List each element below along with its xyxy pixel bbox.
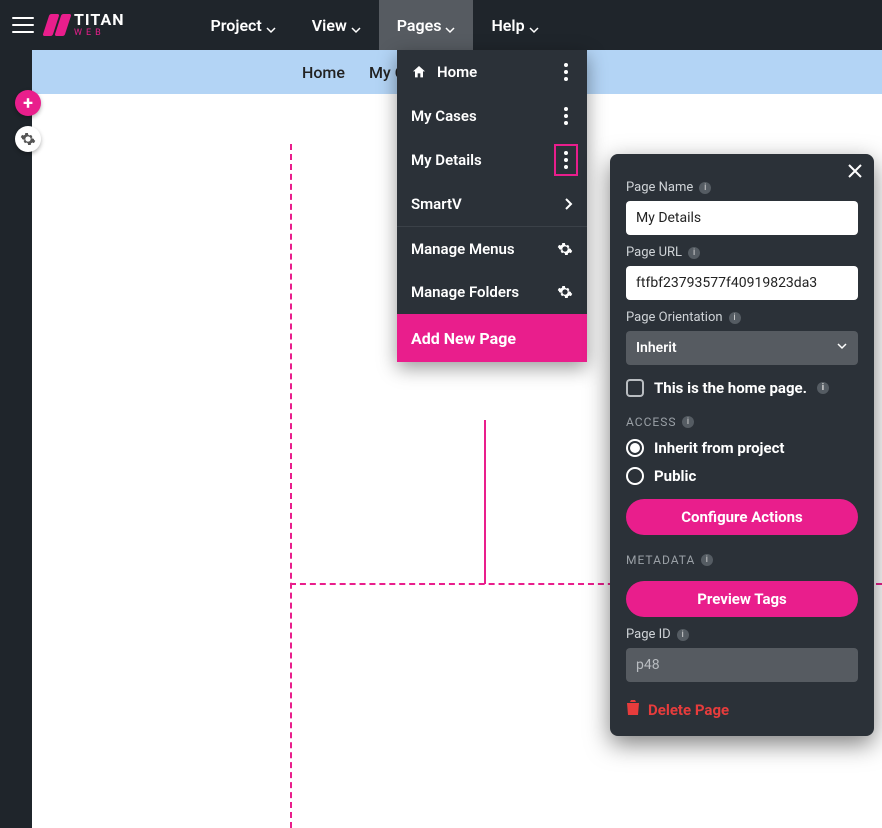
page-name-label: Page Name i bbox=[626, 180, 858, 195]
add-new-page-button[interactable]: Add New Page bbox=[397, 314, 587, 362]
info-icon[interactable]: i bbox=[677, 629, 689, 641]
access-inherit-radio[interactable]: Inherit from project bbox=[626, 439, 858, 457]
pages-manage-folders[interactable]: Manage Folders bbox=[397, 270, 587, 314]
pages-item-label: Manage Folders bbox=[411, 283, 519, 301]
info-icon[interactable]: i bbox=[701, 554, 713, 566]
metadata-section: METADATA i bbox=[626, 553, 858, 567]
menu-label: Help bbox=[491, 16, 524, 35]
pages-item-label: My Cases bbox=[411, 107, 477, 125]
menu-bar: Project View Pages Help bbox=[193, 0, 557, 50]
menu-label: Pages bbox=[397, 16, 442, 35]
radio-icon[interactable] bbox=[626, 439, 644, 457]
page-name-input[interactable] bbox=[626, 201, 858, 235]
menu-pages[interactable]: Pages bbox=[379, 0, 474, 50]
menu-label: Project bbox=[211, 16, 262, 35]
preview-tags-button[interactable]: Preview Tags bbox=[626, 581, 858, 617]
add-new-page-label: Add New Page bbox=[411, 329, 516, 348]
pages-item-label: SmartV bbox=[411, 195, 462, 213]
pages-item-label: Home bbox=[437, 63, 477, 81]
left-rail bbox=[0, 50, 32, 828]
gear-icon bbox=[557, 284, 573, 300]
info-icon[interactable]: i bbox=[729, 312, 741, 324]
hamburger-icon[interactable] bbox=[12, 17, 34, 33]
home-page-check-label: This is the home page. bbox=[654, 379, 807, 397]
orientation-value: Inherit bbox=[636, 340, 677, 356]
orientation-label: Page Orientation i bbox=[626, 310, 858, 325]
radio-label: Inherit from project bbox=[654, 439, 784, 457]
page-properties-panel: Page Name i Page URL i Page Orientation … bbox=[610, 154, 874, 736]
chevron-down-icon bbox=[351, 20, 361, 30]
page-id-label: Page ID i bbox=[626, 627, 858, 642]
home-page-checkbox[interactable] bbox=[626, 379, 644, 397]
menu-label: View bbox=[312, 16, 347, 35]
configure-actions-button[interactable]: Configure Actions bbox=[626, 499, 858, 535]
gear-icon bbox=[557, 241, 573, 257]
pages-item-smartv[interactable]: SmartV bbox=[397, 182, 587, 226]
pages-dropdown: Home My Cases My Details SmartV Manage M… bbox=[397, 50, 587, 362]
pages-manage-menus[interactable]: Manage Menus bbox=[397, 226, 587, 270]
top-bar: TITAN WEB Project View Pages Help bbox=[0, 0, 882, 50]
settings-fab[interactable] bbox=[15, 126, 41, 152]
pages-item-mycases[interactable]: My Cases bbox=[397, 94, 587, 138]
radio-label: Public bbox=[654, 467, 696, 485]
chevron-down-icon bbox=[529, 20, 539, 30]
access-public-radio[interactable]: Public bbox=[626, 467, 858, 485]
guide-vertical-solid bbox=[484, 420, 486, 584]
chevron-down-icon bbox=[445, 20, 455, 30]
info-icon[interactable]: i bbox=[688, 247, 700, 259]
orientation-select[interactable]: Inherit bbox=[626, 331, 858, 365]
close-icon[interactable] bbox=[846, 162, 864, 184]
breadcrumb[interactable]: Home bbox=[302, 63, 345, 82]
page-id-input bbox=[626, 648, 858, 682]
trash-icon bbox=[626, 700, 640, 720]
chevron-down-icon bbox=[836, 340, 848, 356]
access-section: ACCESS i bbox=[626, 415, 858, 429]
menu-project[interactable]: Project bbox=[193, 0, 294, 50]
chevron-right-icon bbox=[563, 198, 573, 210]
home-page-checkbox-row[interactable]: This is the home page. i bbox=[626, 379, 858, 397]
brand-name: TITAN bbox=[74, 12, 125, 28]
page-url-label: Page URL i bbox=[626, 245, 858, 260]
add-fab[interactable]: + bbox=[15, 90, 41, 116]
chevron-down-icon bbox=[266, 20, 276, 30]
page-url-input[interactable] bbox=[626, 266, 858, 300]
pages-item-label: Manage Menus bbox=[411, 240, 515, 258]
pages-item-home[interactable]: Home bbox=[397, 50, 587, 94]
brand-logo[interactable]: TITAN WEB bbox=[46, 12, 125, 38]
radio-icon[interactable] bbox=[626, 467, 644, 485]
home-icon bbox=[411, 64, 427, 80]
kebab-icon[interactable] bbox=[559, 149, 573, 171]
info-icon[interactable]: i bbox=[699, 182, 711, 194]
kebab-icon[interactable] bbox=[559, 63, 573, 81]
guide-vertical bbox=[290, 144, 292, 828]
menu-help[interactable]: Help bbox=[473, 0, 556, 50]
gear-icon bbox=[20, 131, 36, 147]
info-icon[interactable]: i bbox=[817, 382, 829, 394]
info-icon[interactable]: i bbox=[682, 416, 694, 428]
delete-page-button[interactable]: Delete Page bbox=[626, 700, 858, 720]
menu-view[interactable]: View bbox=[294, 0, 379, 50]
delete-page-label: Delete Page bbox=[648, 701, 729, 719]
kebab-icon[interactable] bbox=[559, 107, 573, 125]
pages-item-label: My Details bbox=[411, 151, 482, 169]
pages-item-mydetails[interactable]: My Details bbox=[397, 138, 587, 182]
brand-sub: WEB bbox=[74, 29, 125, 38]
